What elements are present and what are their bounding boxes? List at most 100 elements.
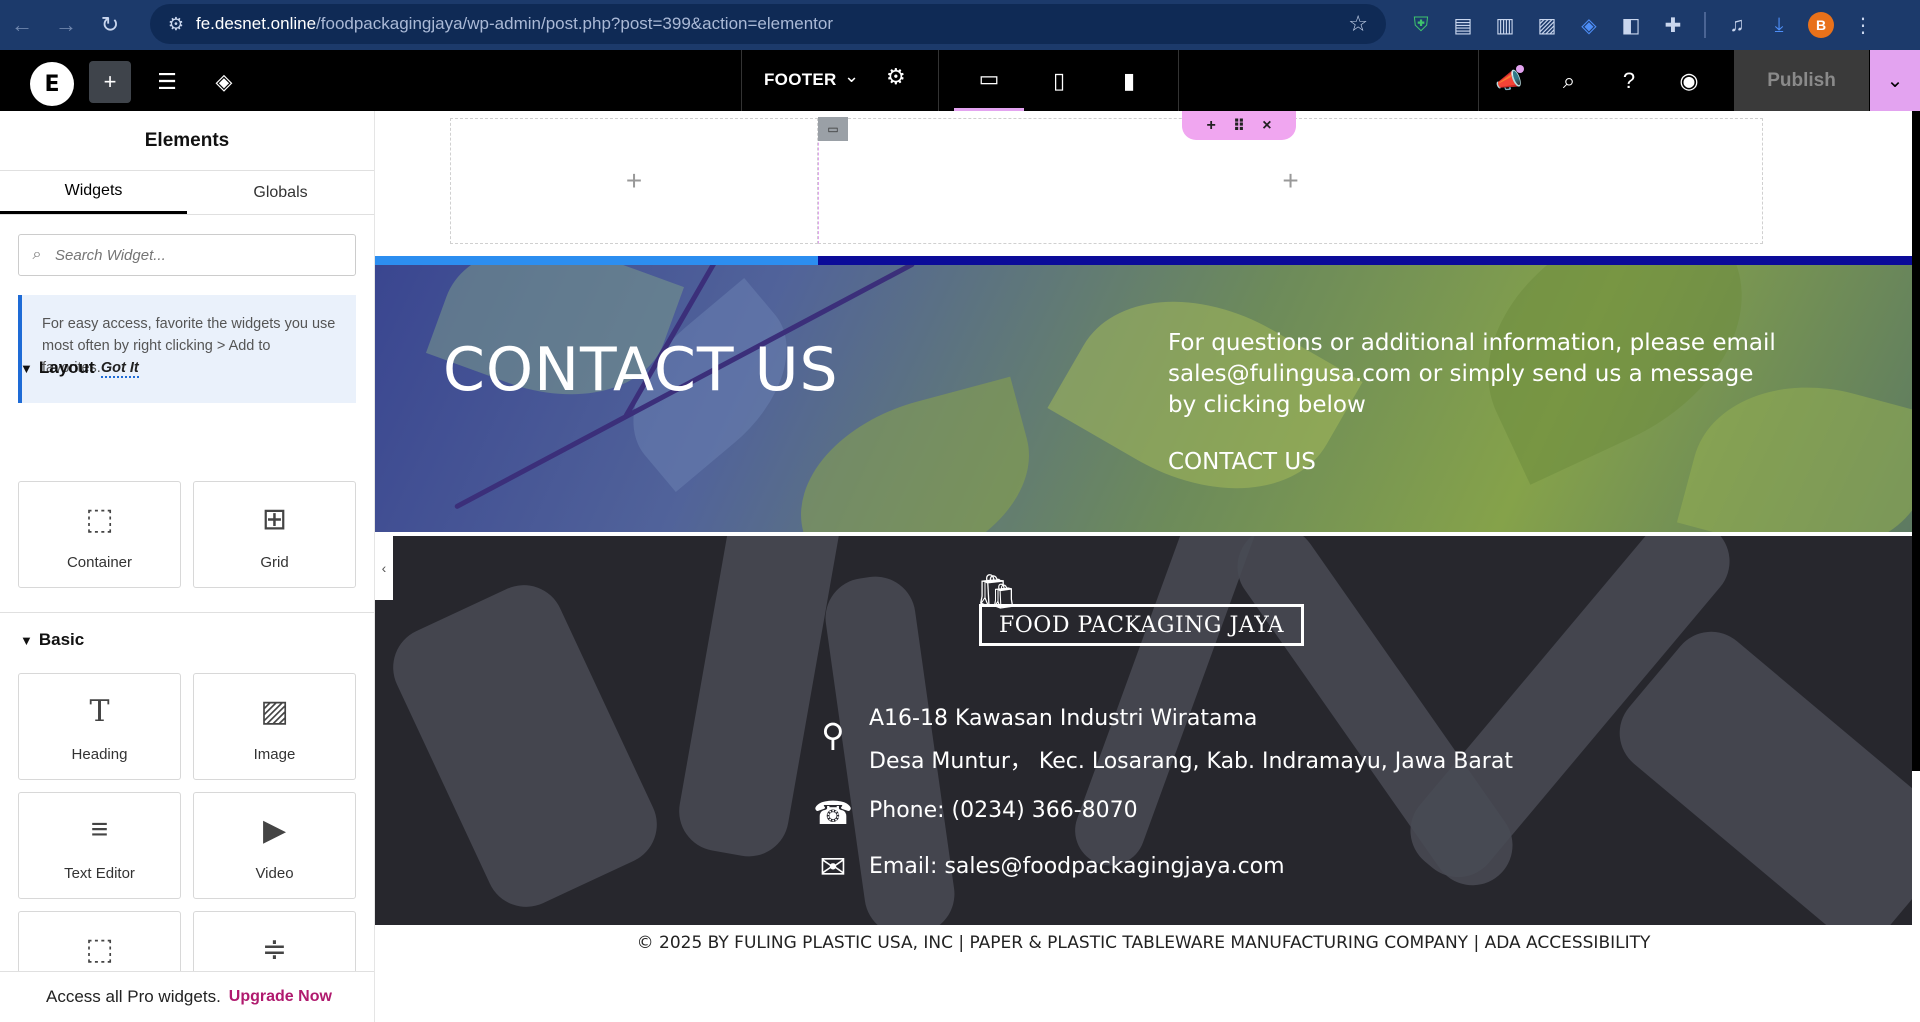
browser-menu-icon[interactable]: ⋮ xyxy=(1842,0,1884,50)
url-text[interactable]: fe.desnet.online/foodpackagingjaya/wp-ad… xyxy=(196,14,833,34)
close-icon[interactable]: × xyxy=(1262,117,1271,135)
drag-handle-icon[interactable]: ⠿ xyxy=(1233,116,1246,136)
profile-avatar[interactable]: B xyxy=(1800,0,1842,50)
mobile-view-icon[interactable]: ▮ xyxy=(1094,50,1164,111)
contact-description[interactable]: For questions or additional information,… xyxy=(1168,328,1788,421)
search-input[interactable] xyxy=(55,246,335,264)
add-element-button[interactable]: + xyxy=(89,61,131,103)
contact-us-link[interactable]: CONTACT US xyxy=(1168,449,1316,475)
footer-info-section[interactable]: 🛍 FOOD PACKAGING JAYA ⚲ A16-18 Kawasan I… xyxy=(375,536,1912,925)
audio-extension-icon[interactable]: ▥ xyxy=(1484,0,1526,50)
panel-title: Elements xyxy=(0,111,374,171)
search-icon: ⌕ xyxy=(32,246,42,263)
column-handle-icon[interactable]: ▭ xyxy=(818,117,848,141)
widget-label: Text Editor xyxy=(64,865,135,882)
bookmark-star-icon[interactable]: ☆ xyxy=(1348,11,1368,37)
add-container-icon[interactable]: + xyxy=(1206,117,1215,135)
phone-number[interactable]: Phone: (0234) 366-8070 xyxy=(869,798,1138,823)
toolbar-divider xyxy=(1704,12,1706,38)
desktop-view-icon[interactable]: ▭ xyxy=(954,50,1024,111)
widget-container[interactable]: ⬚ Container xyxy=(18,481,181,588)
sidepanel-extension-icon[interactable]: ◧ xyxy=(1610,0,1652,50)
tab-globals[interactable]: Globals xyxy=(187,171,374,214)
puzzle-extensions-icon[interactable]: ✚ xyxy=(1652,0,1694,50)
collapse-panel-chevron-icon[interactable]: ‹ xyxy=(375,536,393,600)
forward-icon[interactable]: → xyxy=(44,0,88,50)
widget-video[interactable]: ▶ Video xyxy=(193,792,356,899)
elements-panel: Elements Widgets Globals ⌕ For easy acce… xyxy=(0,111,375,1022)
heading-icon: T xyxy=(89,694,110,729)
contact-heading[interactable]: CONTACT US xyxy=(443,335,839,405)
search-icon[interactable]: ⌕ xyxy=(1539,50,1599,111)
add-plus-icon[interactable]: + xyxy=(626,165,642,197)
container-handle[interactable]: + ⠿ × xyxy=(1182,111,1296,140)
elementor-logo-icon[interactable]: E xyxy=(30,62,74,106)
basic-section-heading[interactable]: ▼ Basic xyxy=(20,630,84,650)
elementor-topbar: E + ☰ ◈ FOOTER ⌄ ⚙ ▭ ▯ ▮ 📣 ⌕ ? ◉ Publish… xyxy=(0,50,1920,111)
container-icon: ⬚ xyxy=(85,503,114,536)
favorites-tip: For easy access, favorite the widgets yo… xyxy=(18,295,356,403)
reload-icon[interactable]: ↻ xyxy=(88,0,132,50)
basic-heading-label: Basic xyxy=(38,630,85,649)
phone-icon: ☎ xyxy=(813,795,853,831)
browser-toolbar: ← → ↻ ⚙ fe.desnet.online/foodpackagingja… xyxy=(0,0,1920,50)
document-panel: FOOTER ⌄ ⚙ ▭ ▯ ▮ xyxy=(741,50,1179,111)
widget-label: Heading xyxy=(71,746,128,763)
address-line-2: Desa Muntur， Kec. Losarang, Kab. Indrama… xyxy=(869,749,1513,774)
back-icon[interactable]: ← xyxy=(0,0,44,50)
widget-grid[interactable]: ⊞ Grid xyxy=(193,481,356,588)
contact-section[interactable]: CONTACT US For questions or additional i… xyxy=(375,265,1912,532)
site-logo[interactable]: FOOD PACKAGING JAYA xyxy=(979,604,1304,646)
widget-text-editor[interactable]: ≡ Text Editor xyxy=(18,792,181,899)
image-extension-icon[interactable]: ▨ xyxy=(1526,0,1568,50)
notifications-icon[interactable]: 📣 xyxy=(1479,50,1539,111)
video-play-icon: ▶ xyxy=(262,814,287,847)
url-path: /foodpackagingjaya/wp-admin/post.php?pos… xyxy=(316,14,834,33)
site-settings-button[interactable]: ☰ xyxy=(146,61,188,103)
divider-icon: ≑ xyxy=(261,933,288,966)
help-icon[interactable]: ? xyxy=(1599,50,1659,111)
selection-bar xyxy=(375,256,818,265)
widget-label: Video xyxy=(255,865,294,882)
map-pin-icon: ⚲ xyxy=(821,717,845,753)
tablet-view-icon[interactable]: ▯ xyxy=(1024,50,1094,111)
editor-canvas: + + ▭ + ⠿ × CONTACT US For questions or … xyxy=(375,111,1920,1022)
shield-extension-icon[interactable]: ⛨ xyxy=(1400,0,1442,50)
tab-widgets[interactable]: Widgets xyxy=(0,171,187,214)
notification-dot xyxy=(1516,65,1524,73)
media-control-icon[interactable]: ♫ xyxy=(1716,0,1758,50)
button-click-icon: ⬚ xyxy=(85,933,114,966)
upgrade-now-link[interactable]: Upgrade Now xyxy=(229,988,332,1006)
add-plus-icon[interactable]: + xyxy=(1282,165,1298,197)
widget-heading[interactable]: T Heading xyxy=(18,673,181,780)
caret-down-icon: ▼ xyxy=(20,361,33,376)
ai-extension-icon[interactable]: ◈ xyxy=(1568,0,1610,50)
layout-heading-label: Layout xyxy=(38,358,95,377)
url-host: fe.desnet.online xyxy=(196,14,317,33)
download-icon[interactable]: ⤓ xyxy=(1758,0,1800,50)
gear-icon[interactable]: ⚙ xyxy=(886,64,906,90)
document-extension-icon[interactable]: ▤ xyxy=(1442,0,1484,50)
copyright-text: © 2025 BY FULING PLASTIC USA, INC | PAPE… xyxy=(636,933,1651,953)
address-bar[interactable]: ⚙ fe.desnet.online/foodpackagingjaya/wp-… xyxy=(150,4,1386,44)
extensions-row: ⛨ ▤ ▥ ▨ ◈ ◧ ✚ ♫ ⤓ B ⋮ xyxy=(1400,0,1884,50)
publish-button[interactable]: Publish xyxy=(1734,50,1869,111)
got-it-link[interactable]: Got It xyxy=(100,360,139,378)
divider xyxy=(0,612,374,613)
search-widget-field[interactable]: ⌕ xyxy=(18,234,356,276)
layout-section-heading[interactable]: ▼ Layout xyxy=(20,358,95,378)
preview-eye-icon[interactable]: ◉ xyxy=(1659,50,1719,111)
email-address[interactable]: Email: sales@foodpackagingjaya.com xyxy=(869,854,1285,879)
widget-image[interactable]: ▨ Image xyxy=(193,673,356,780)
selection-bar xyxy=(818,256,1920,265)
image-icon: ▨ xyxy=(260,695,289,728)
document-title[interactable]: FOOTER xyxy=(764,70,837,90)
canvas-scrollbar[interactable] xyxy=(1912,111,1920,771)
publish-options-chevron-icon[interactable]: ⌄ xyxy=(1870,50,1920,111)
text-editor-icon: ≡ xyxy=(90,813,109,846)
empty-column-drop-zone[interactable]: + xyxy=(450,118,818,244)
structure-layers-button[interactable]: ◈ xyxy=(203,61,245,103)
chevron-down-icon[interactable]: ⌄ xyxy=(844,66,859,87)
grid-icon: ⊞ xyxy=(261,503,288,536)
site-settings-icon[interactable]: ⚙ xyxy=(156,14,196,35)
